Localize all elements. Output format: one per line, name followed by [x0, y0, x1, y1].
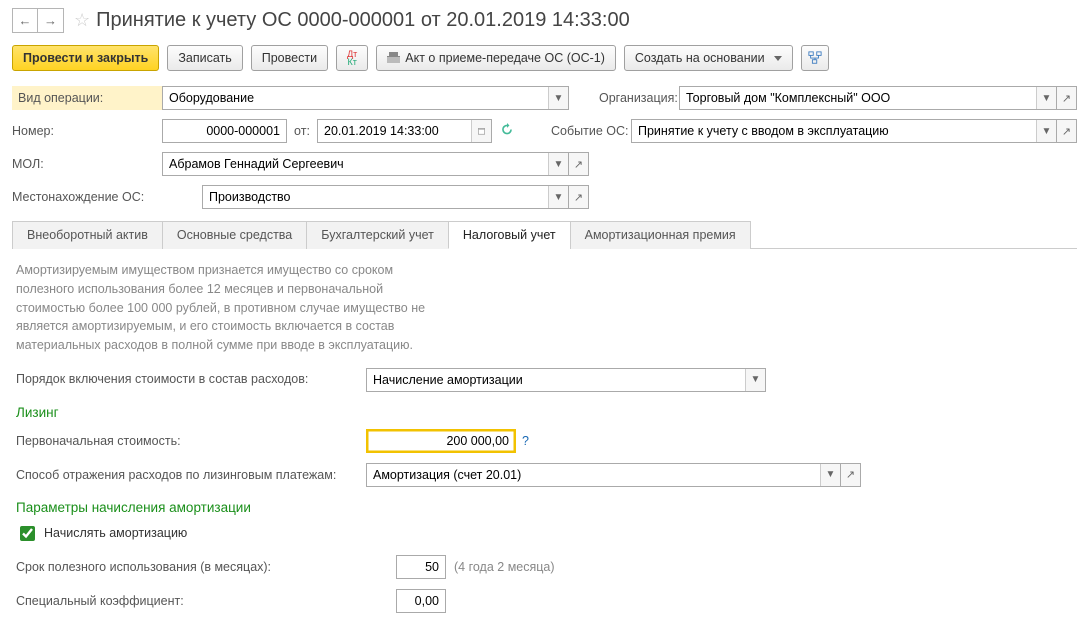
calendar-icon[interactable] — [471, 120, 491, 142]
expmethod-field[interactable]: ▼ — [366, 463, 841, 487]
page-title: Принятие к учету ОС 0000-000001 от 20.01… — [96, 9, 630, 32]
op-type-dropdown-icon[interactable]: ▼ — [548, 87, 568, 109]
order-label: Порядок включения стоимости в состав рас… — [16, 371, 366, 389]
save-button[interactable]: Записать — [167, 45, 242, 71]
coef-input[interactable] — [397, 590, 445, 612]
tab-noncurrent-asset[interactable]: Внеоборотный актив — [12, 221, 163, 249]
location-field[interactable]: ▼ — [202, 185, 569, 209]
debit-credit-button[interactable]: ДтКт — [336, 45, 368, 71]
tab-tax[interactable]: Налоговый учет — [448, 221, 571, 249]
toolbar: Провести и закрыть Записать Провести ДтК… — [12, 45, 1077, 71]
printer-icon — [387, 52, 400, 64]
tab-body-tax: Амортизируемым имуществом признается иму… — [12, 249, 1077, 626]
event-input[interactable] — [632, 120, 1036, 142]
mol-dropdown-icon[interactable]: ▼ — [548, 153, 568, 175]
structure-button[interactable] — [801, 45, 829, 71]
location-dropdown-icon[interactable]: ▼ — [548, 186, 568, 208]
event-dropdown-icon[interactable]: ▼ — [1036, 120, 1056, 142]
post-button[interactable]: Провести — [251, 45, 328, 71]
initcost-label: Первоначальная стоимость: — [16, 434, 366, 448]
nav-back-button[interactable]: ← — [12, 8, 38, 33]
expmethod-input[interactable] — [367, 464, 820, 486]
tax-info-text: Амортизируемым имуществом признается иму… — [16, 261, 446, 355]
life-hint: (4 года 2 месяца) — [454, 560, 555, 574]
structure-icon — [808, 51, 822, 65]
location-label: Местонахождение ОС: — [12, 190, 202, 204]
op-type-field[interactable]: ▼ — [162, 86, 569, 110]
nav-fwd-button[interactable]: → — [38, 8, 64, 33]
help-icon[interactable]: ? — [522, 434, 529, 448]
org-label: Организация: — [599, 91, 679, 105]
mol-open-button[interactable]: ↗ — [569, 152, 589, 176]
org-field[interactable]: ▼ — [679, 86, 1057, 110]
event-field[interactable]: ▼ — [631, 119, 1057, 143]
tab-amort-bonus[interactable]: Амортизационная премия — [570, 221, 751, 249]
date-input[interactable] — [318, 120, 471, 142]
favorite-star-icon[interactable]: ☆ — [74, 10, 90, 31]
number-field[interactable] — [162, 119, 287, 143]
life-label: Срок полезного использования (в месяцах)… — [16, 560, 396, 574]
print-act-label: Акт о приеме-передаче ОС (ОС-1) — [405, 51, 605, 65]
org-open-button[interactable]: ↗ — [1057, 86, 1077, 110]
refresh-icon[interactable] — [500, 123, 514, 139]
tab-fixed-assets[interactable]: Основные средства — [162, 221, 307, 249]
header-row: ← → ☆ Принятие к учету ОС 0000-000001 от… — [12, 8, 1077, 33]
number-input[interactable] — [163, 120, 286, 142]
amort-checkbox-label: Начислять амортизацию — [44, 526, 187, 540]
order-input[interactable] — [367, 369, 745, 391]
order-dropdown-icon[interactable]: ▼ — [745, 369, 765, 391]
event-label: Событие ОС: — [551, 124, 631, 138]
mol-field[interactable]: ▼ — [162, 152, 569, 176]
mol-input[interactable] — [163, 153, 548, 175]
initcost-input[interactable] — [367, 430, 515, 452]
op-type-label: Вид операции: — [12, 86, 162, 110]
expmethod-open-button[interactable]: ↗ — [841, 463, 861, 487]
leasing-header: Лизинг — [16, 405, 1073, 420]
life-field[interactable] — [396, 555, 446, 579]
amort-params-header: Параметры начисления амортизации — [16, 500, 1073, 515]
org-dropdown-icon[interactable]: ▼ — [1036, 87, 1056, 109]
location-input[interactable] — [203, 186, 548, 208]
initcost-field[interactable] — [366, 429, 516, 453]
coef-label: Специальный коэффициент: — [16, 594, 396, 608]
coef-field[interactable] — [396, 589, 446, 613]
life-input[interactable] — [397, 556, 445, 578]
tab-accounting[interactable]: Бухгалтерский учет — [306, 221, 449, 249]
amort-checkbox[interactable] — [20, 526, 35, 541]
order-field[interactable]: ▼ — [366, 368, 766, 392]
expmethod-dropdown-icon[interactable]: ▼ — [820, 464, 840, 486]
op-type-input[interactable] — [163, 87, 548, 109]
org-input[interactable] — [680, 87, 1036, 109]
mol-label: МОЛ: — [12, 157, 162, 171]
tabs: Внеоборотный актив Основные средства Бух… — [12, 220, 1077, 249]
date-field[interactable] — [317, 119, 492, 143]
expmethod-label: Способ отражения расходов по лизинговым … — [16, 468, 366, 482]
location-open-button[interactable]: ↗ — [569, 185, 589, 209]
print-act-button[interactable]: Акт о приеме-передаче ОС (ОС-1) — [376, 45, 616, 71]
number-label: Номер: — [12, 124, 162, 138]
date-label: от: — [287, 124, 317, 138]
post-and-close-button[interactable]: Провести и закрыть — [12, 45, 159, 71]
amort-checkbox-row[interactable]: Начислять амортизацию — [16, 523, 1073, 544]
event-open-button[interactable]: ↗ — [1057, 119, 1077, 143]
create-based-button[interactable]: Создать на основании — [624, 45, 793, 71]
